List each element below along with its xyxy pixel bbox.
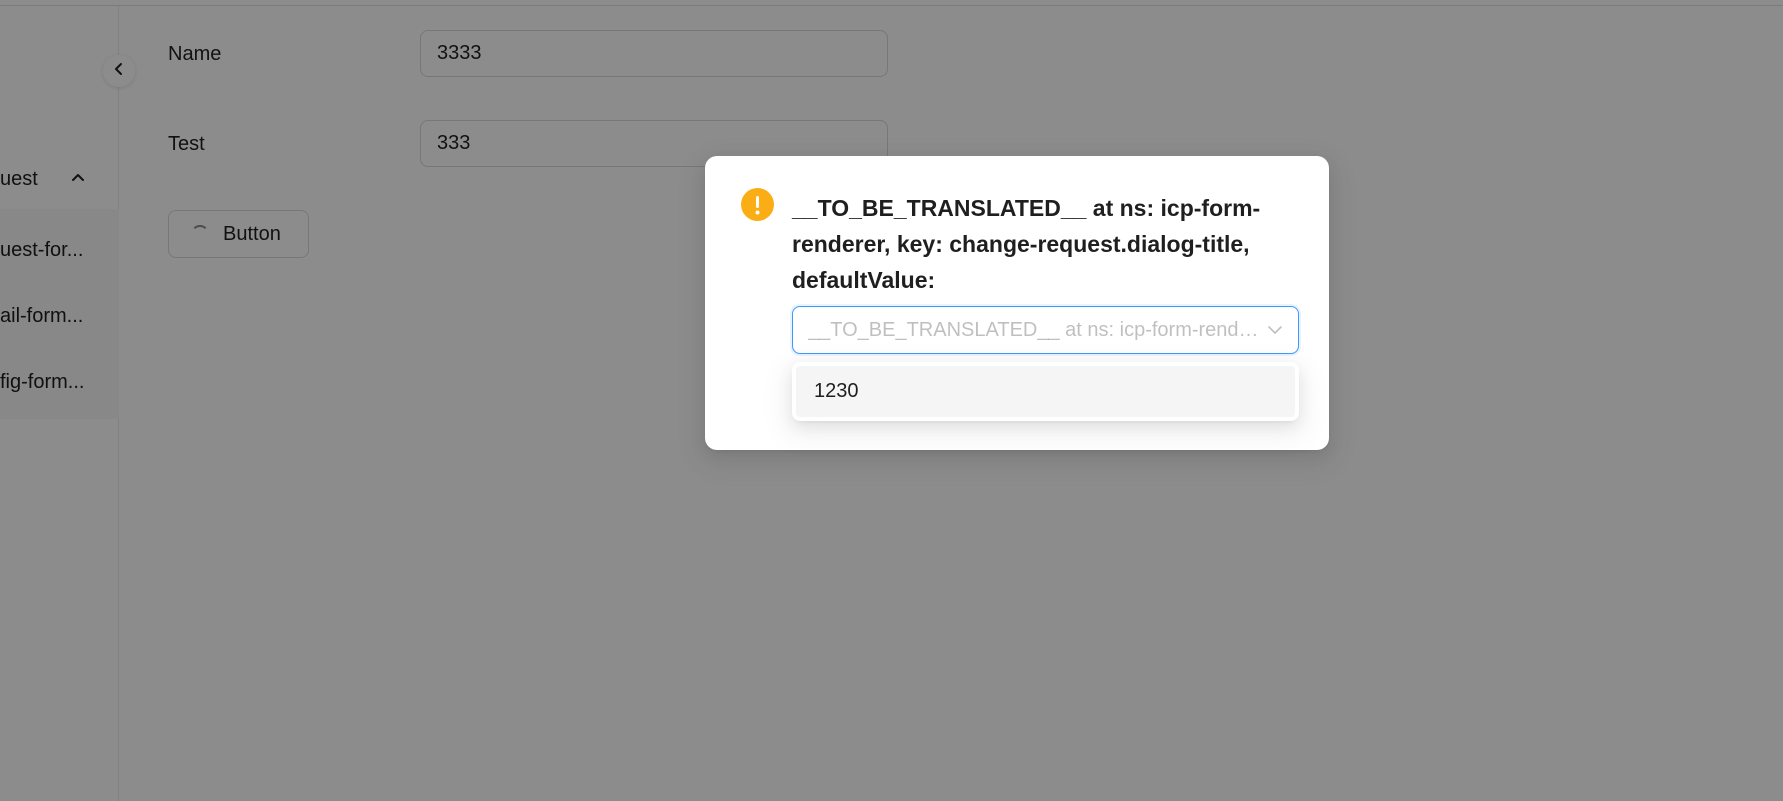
exclamation-circle-icon <box>741 188 774 221</box>
select-option-label: 1230 <box>814 380 859 402</box>
chevron-down-icon <box>1266 321 1284 344</box>
dialog-title: __TO_BE_TRANSLATED__ at ns: icp-form-ren… <box>792 195 1261 293</box>
dialog-select-placeholder: __TO_BE_TRANSLATED__ at ns: icp-form-ren… <box>808 318 1262 341</box>
confirm-dialog: __TO_BE_TRANSLATED__ at ns: icp-form-ren… <box>705 156 1329 450</box>
select-dropdown: 1230 <box>792 362 1299 421</box>
select-option[interactable]: 1230 <box>796 366 1295 417</box>
dialog-select[interactable]: __TO_BE_TRANSLATED__ at ns: icp-form-ren… <box>792 306 1299 354</box>
